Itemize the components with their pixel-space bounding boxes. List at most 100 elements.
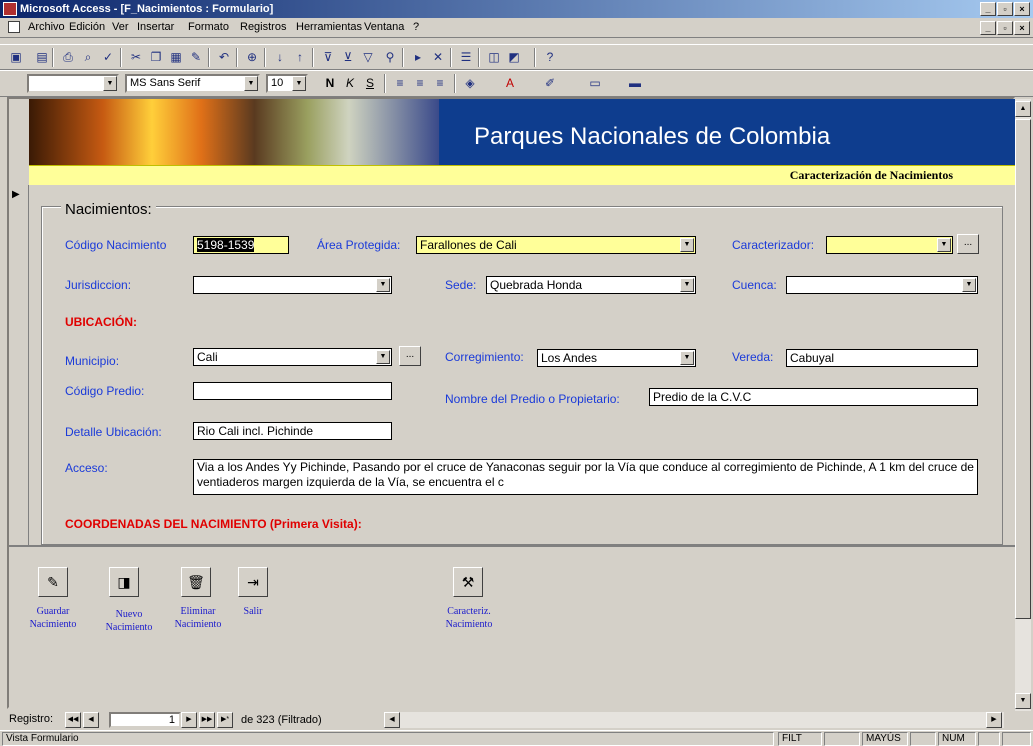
detalle-ubicacion-field[interactable]: Rio Cali incl. Pichinde [193,422,392,440]
record-number-input[interactable]: 1 [109,712,181,728]
scroll-right-arrow-icon[interactable]: ▶ [986,712,1002,728]
eliminar-nacimiento-button[interactable]: 🗑 [181,567,211,597]
menu-ventana[interactable]: Ventana [364,21,404,33]
new-record-icon[interactable]: ▸ [408,48,428,67]
paste-icon[interactable]: ▦ [166,48,186,67]
print-preview-icon[interactable]: ⌕ [78,48,98,67]
record-selector[interactable]: ▶ [9,185,29,545]
print-icon[interactable]: ⎙ [58,48,78,67]
caracteriz-nacimiento-button[interactable]: ⚒ [453,567,483,597]
filter-form-icon[interactable]: ⊻ [338,48,358,67]
chevron-down-icon[interactable]: ▼ [937,238,951,252]
municipio-label: Municipio: [65,354,120,368]
new-object-icon[interactable]: ◩ [504,48,524,67]
scroll-left-arrow-icon[interactable]: ◀ [384,712,400,728]
next-record-icon[interactable]: ▶ [181,712,197,728]
menu-edicion[interactable]: Edición [69,21,105,33]
sort-ascending-icon[interactable]: ↓ [270,48,290,67]
status-caps: MAYÚS [862,732,908,746]
toolbar-separator [450,48,452,67]
doc-restore-button[interactable]: ▫ [997,21,1013,35]
vereda-field[interactable]: Cabuyal [786,349,978,367]
minimize-button[interactable]: _ [980,2,996,16]
caracterizador-more-button[interactable]: ... [957,234,979,254]
chevron-down-icon[interactable]: ▼ [680,278,694,292]
chevron-down-icon[interactable]: ▼ [376,350,390,364]
chevron-down-icon[interactable]: ▼ [680,238,694,252]
chevron-down-icon[interactable]: ▼ [962,278,976,292]
corregimiento-combo[interactable]: Los Andes ▼ [537,349,696,367]
propietario-field[interactable]: Predio de la C.V.C [649,388,978,406]
spelling-icon[interactable]: ✓ [98,48,118,67]
jurisdiccion-combo[interactable]: ▼ [193,276,392,294]
caracterizador-label: Caracterizador: [732,238,815,252]
undo-icon[interactable]: ↶ [214,48,234,67]
filter-selection-icon[interactable]: ⊽ [318,48,338,67]
special-effect-icon[interactable]: ▬ [625,74,645,93]
menu-help[interactable]: ? [413,21,419,33]
salir-button[interactable]: ⇥ [238,567,268,597]
municipio-more-button[interactable]: ... [399,346,421,366]
help-icon[interactable]: ? [540,48,560,67]
delete-record-icon[interactable]: ✕ [428,48,448,67]
align-center-icon[interactable]: ≡ [410,74,430,93]
horizontal-scrollbar[interactable]: ◀ ▶ [384,712,1004,728]
menu-herramientas[interactable]: Herramientas [296,21,362,33]
format-painter-icon[interactable]: ✎ [186,48,206,67]
fill-color-icon[interactable]: ◈ [460,74,480,93]
line-color-icon[interactable]: ✐ [540,74,560,93]
view-icon[interactable]: ▣ [6,48,26,67]
menu-insertar[interactable]: Insertar [137,21,174,33]
menu-registros[interactable]: Registros [240,21,286,33]
menu-archivo[interactable]: Archivo [28,21,65,33]
maximize-button[interactable]: ▫ [997,2,1013,16]
chevron-down-icon[interactable]: ▼ [680,351,694,365]
font-combo[interactable]: MS Sans Serif ▼ [125,74,260,93]
codigo-predio-label: Código Predio: [65,384,145,398]
close-button[interactable]: × [1014,2,1030,16]
align-left-icon[interactable]: ≡ [390,74,410,93]
guardar-nacimiento-button[interactable]: ✎ [38,567,68,597]
doc-close-button[interactable]: × [1014,21,1030,35]
acceso-textarea[interactable]: Via a los Andes Yy Pichinde, Pasando por… [193,459,978,495]
area-protegida-combo[interactable]: Farallones de Cali ▼ [416,236,696,254]
underline-icon[interactable]: S [360,74,380,93]
database-window-icon[interactable]: ◫ [484,48,504,67]
acceso-label: Acceso: [65,461,108,475]
font-size-combo[interactable]: 10 ▼ [266,74,308,93]
codigo-predio-field[interactable] [193,382,392,400]
border-width-icon[interactable]: ▭ [585,74,605,93]
codigo-nacimiento-field[interactable]: 5198-1539 [193,236,289,254]
scroll-down-arrow-icon[interactable]: ▼ [1015,693,1031,709]
copy-icon[interactable]: ❐ [146,48,166,67]
align-right-icon[interactable]: ≡ [430,74,450,93]
save-icon[interactable]: ▤ [32,48,52,67]
doc-minimize-button[interactable]: _ [980,21,996,35]
menu-formato[interactable]: Formato [188,21,229,33]
font-color-icon[interactable]: A [500,74,520,93]
scroll-up-arrow-icon[interactable]: ▲ [1015,101,1031,117]
municipio-combo[interactable]: Cali ▼ [193,348,392,366]
form-header-banner: Parques Nacionales de Colombia [29,99,1015,165]
sede-combo[interactable]: Quebrada Honda ▼ [486,276,696,294]
last-record-icon[interactable]: ▶▶ [199,712,215,728]
italic-icon[interactable]: K [340,74,360,93]
vertical-scrollbar[interactable]: ▲ ▼ [1015,99,1031,711]
object-combo[interactable]: ▼ [27,74,119,93]
apply-filter-icon[interactable]: ▽ [358,48,378,67]
cuenca-combo[interactable]: ▼ [786,276,978,294]
previous-record-icon[interactable]: ◀ [83,712,99,728]
hyperlink-icon[interactable]: ⊕ [242,48,262,67]
first-record-icon[interactable]: ◀◀ [65,712,81,728]
cut-icon[interactable]: ✂ [126,48,146,67]
properties-icon[interactable]: ☰ [456,48,476,67]
find-icon[interactable]: ⚲ [380,48,400,67]
caracterizador-combo[interactable]: ▼ [826,236,953,254]
scroll-thumb[interactable] [1015,119,1031,619]
nuevo-nacimiento-button[interactable]: ◨ [109,567,139,597]
menu-ver[interactable]: Ver [112,21,129,33]
bold-icon[interactable]: N [320,74,340,93]
chevron-down-icon[interactable]: ▼ [376,278,390,292]
new-record-nav-icon[interactable]: ▶* [217,712,233,728]
sort-descending-icon[interactable]: ↑ [290,48,310,67]
